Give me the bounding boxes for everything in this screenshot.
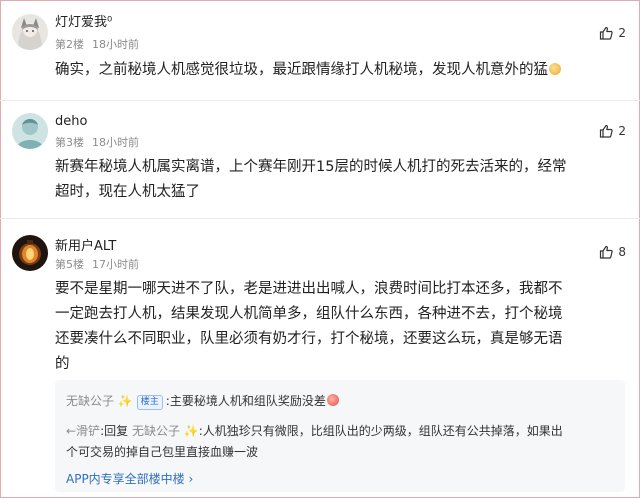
floor-number: 第2楼 <box>55 38 84 51</box>
avatar[interactable] <box>12 235 48 271</box>
post-time: 18小时前 <box>92 136 139 149</box>
post-meta: 第2楼 18小时前 <box>55 36 139 52</box>
avatar-lantern-image <box>12 235 48 271</box>
post-meta: 第3楼 18小时前 <box>55 134 139 150</box>
comment-text: 新赛年秘境人机属实离谱，上个赛年刚开15层的时候人机打的死去活来的，经常 超时，… <box>55 159 567 200</box>
like-count: 8 <box>618 245 626 259</box>
like-button[interactable]: 8 <box>599 245 626 259</box>
avatar[interactable] <box>12 14 48 50</box>
sub-reply-author[interactable]: ←滑铲 <box>66 424 100 438</box>
sub-reply-continued: 个可交易的掉自己包里直接血赚一波 <box>66 445 259 459</box>
avatar-teal-figure-image <box>12 113 48 149</box>
comment-text: 确实，之前秘境人机感觉很垃圾，最近跟情缘打人机秘境，发现人机意外的猛 <box>55 58 630 83</box>
sub-reply: 无缺公子 ✨ 楼主:主要秘境人机和组队奖励没差 <box>66 392 339 410</box>
more-replies-link[interactable]: APP内专享全部楼中楼 › <box>66 470 193 487</box>
divider <box>0 100 640 101</box>
thumbs-up-icon <box>600 26 614 40</box>
like-button[interactable]: 2 <box>599 124 626 138</box>
op-badge: 楼主 <box>136 395 163 410</box>
smiley-emoji-icon <box>549 63 561 75</box>
floor-number: 第3楼 <box>55 136 84 149</box>
avatar[interactable] <box>12 113 48 149</box>
post-time: 17小时前 <box>92 258 139 271</box>
sub-reply-text: :人机独珍只有微限，比组队出的少两级，组队还有公共掉落，如果出 <box>198 424 563 438</box>
reply-target[interactable]: 无缺公子 ✨ <box>132 424 199 438</box>
username[interactable]: 灯灯爱我⁰ <box>55 11 112 30</box>
thumbs-up-icon <box>600 245 614 259</box>
divider <box>0 218 640 219</box>
sub-reply-author[interactable]: 无缺公子 ✨ <box>66 394 133 408</box>
grin-emoji-icon <box>326 394 339 406</box>
comment-text: 要不是星期一哪天进不了队，老是进进出出喊人，浪费时间比打本还多，我都不 一定跑去… <box>55 281 563 372</box>
thumbs-up-icon <box>600 124 614 138</box>
username[interactable]: deho <box>55 114 87 129</box>
avatar-anime-girl-image <box>12 14 48 50</box>
like-count: 2 <box>618 26 626 40</box>
like-button[interactable]: 2 <box>599 26 626 40</box>
sub-reply-text: :主要秘境人机和组队奖励没差 <box>165 394 326 408</box>
sub-reply: ←滑铲:回复 无缺公子 ✨:人机独珍只有微限，比组队出的少两级，组队还有公共掉落… <box>66 422 563 439</box>
sub-replies-panel: 无缺公子 ✨ 楼主:主要秘境人机和组队奖励没差 ←滑铲:回复 无缺公子 ✨:人机独… <box>55 380 625 492</box>
reply-word: :回复 <box>100 424 129 438</box>
post-meta: 第5楼 17小时前 <box>55 256 139 272</box>
like-count: 2 <box>618 124 626 138</box>
post-time: 18小时前 <box>92 38 139 51</box>
floor-number: 第5楼 <box>55 258 84 271</box>
username[interactable]: 新用户ALT <box>55 235 116 254</box>
